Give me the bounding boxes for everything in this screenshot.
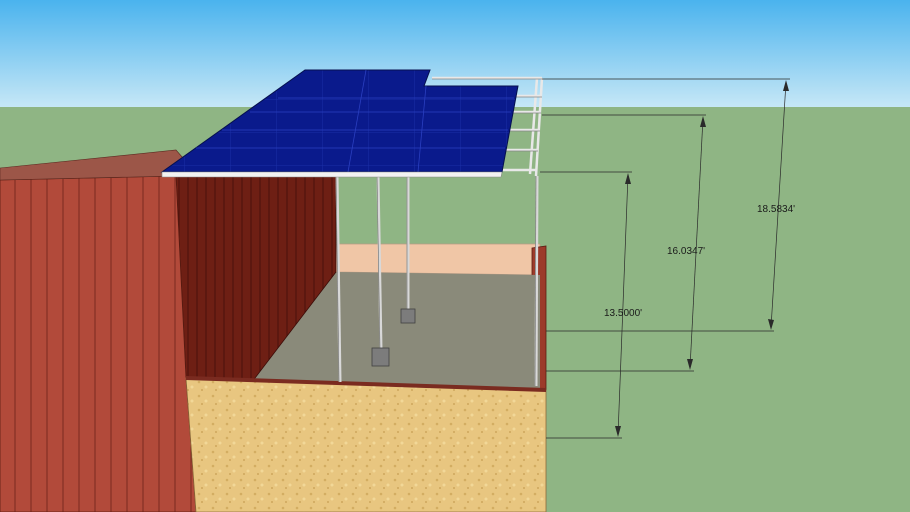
footing-front	[371, 347, 390, 367]
dimension-label-16: 16.0347'	[667, 246, 705, 257]
foundation	[185, 377, 547, 512]
back-wall	[335, 243, 541, 276]
dimension-label-13: 13.5000'	[604, 308, 642, 319]
building-siding	[0, 175, 197, 512]
footing-back	[400, 308, 416, 324]
solar-panel-front-edge	[161, 171, 503, 178]
dimension-label-18: 18.5834'	[757, 204, 795, 215]
3d-model-viewport[interactable]: 18.5834' 16.0347' 13.5000'	[0, 0, 910, 512]
